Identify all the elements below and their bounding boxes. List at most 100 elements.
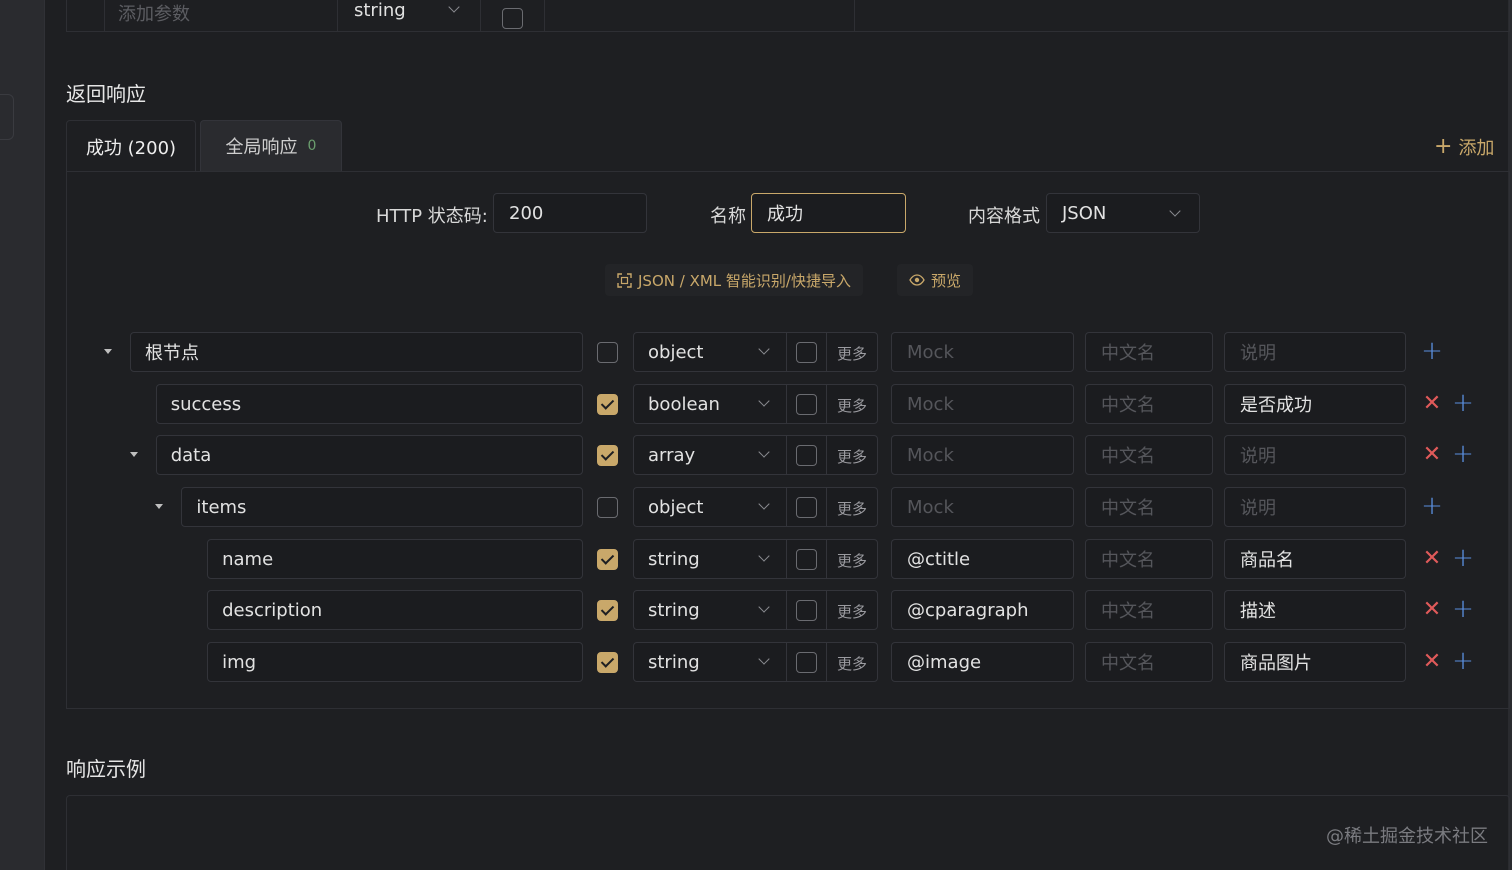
field-type-value: array bbox=[648, 445, 696, 466]
more-button[interactable]: 更多 bbox=[837, 601, 867, 622]
mock-input[interactable]: Mock bbox=[891, 487, 1074, 527]
description-input[interactable]: 说明 bbox=[1224, 332, 1406, 372]
mock-input[interactable]: Mock bbox=[891, 384, 1074, 424]
delete-icon[interactable]: ✕ bbox=[1421, 444, 1443, 466]
field-type-select[interactable]: boolean 更多 bbox=[633, 384, 878, 424]
description-input[interactable]: 说明 bbox=[1224, 435, 1406, 475]
delete-icon[interactable]: ✕ bbox=[1421, 651, 1443, 673]
required-checkbox[interactable] bbox=[597, 394, 618, 415]
more-button[interactable]: 更多 bbox=[837, 653, 867, 674]
add-child-icon[interactable]: + bbox=[1421, 493, 1443, 519]
status-code-input[interactable]: 200 bbox=[493, 193, 647, 233]
description-input[interactable]: 商品图片 bbox=[1224, 642, 1406, 682]
field-type-select[interactable]: string 更多 bbox=[633, 539, 878, 579]
eye-icon bbox=[909, 274, 925, 286]
chinese-name-input[interactable]: 中文名 bbox=[1085, 384, 1213, 424]
param-name-input[interactable]: 添加参数 bbox=[105, 0, 338, 32]
field-name-input[interactable]: description bbox=[207, 590, 583, 630]
chinese-name-input[interactable]: 中文名 bbox=[1085, 435, 1213, 475]
field-type-select[interactable]: object 更多 bbox=[633, 332, 878, 372]
field-type-value: object bbox=[648, 497, 704, 518]
divider bbox=[786, 591, 787, 629]
name-label: 名称 bbox=[710, 206, 746, 227]
expand-toggle-icon[interactable] bbox=[129, 452, 138, 457]
name-value: 成功 bbox=[767, 204, 803, 225]
mock-value: Mock bbox=[907, 341, 954, 363]
chinese-name-input[interactable]: 中文名 bbox=[1085, 539, 1213, 579]
mock-value: Mock bbox=[907, 444, 954, 466]
mock-input[interactable]: Mock bbox=[891, 435, 1074, 475]
more-button[interactable]: 更多 bbox=[837, 395, 867, 416]
nullable-checkbox[interactable] bbox=[796, 600, 817, 621]
add-child-icon[interactable]: + bbox=[1421, 338, 1443, 364]
field-name-input[interactable]: items bbox=[181, 487, 583, 527]
smart-import-button[interactable]: JSON / XML 智能识别/快捷导入 bbox=[605, 264, 863, 296]
chinese-name-placeholder: 中文名 bbox=[1101, 601, 1155, 622]
tab-global-response[interactable]: 全局响应 0 bbox=[200, 120, 342, 172]
mock-input[interactable]: Mock bbox=[891, 332, 1074, 372]
description-value: 说明 bbox=[1240, 498, 1276, 519]
nullable-checkbox[interactable] bbox=[796, 549, 817, 570]
description-input[interactable]: 商品名 bbox=[1224, 539, 1406, 579]
mock-input[interactable]: @image bbox=[891, 642, 1074, 682]
field-name-value: img bbox=[222, 651, 257, 673]
mock-input[interactable]: @ctitle bbox=[891, 539, 1074, 579]
required-checkbox[interactable] bbox=[597, 342, 618, 363]
add-child-icon[interactable]: + bbox=[1452, 441, 1474, 467]
more-button[interactable]: 更多 bbox=[837, 343, 867, 364]
param-type-select[interactable]: string bbox=[338, 0, 481, 32]
add-child-icon[interactable]: + bbox=[1452, 596, 1474, 622]
field-name-input[interactable]: name bbox=[207, 539, 583, 579]
mock-input[interactable]: @cparagraph bbox=[891, 590, 1074, 630]
delete-icon[interactable]: ✕ bbox=[1421, 548, 1443, 570]
description-input[interactable]: 说明 bbox=[1224, 487, 1406, 527]
chinese-name-input[interactable]: 中文名 bbox=[1085, 487, 1213, 527]
field-type-select[interactable]: string 更多 bbox=[633, 642, 878, 682]
field-type-select[interactable]: array 更多 bbox=[633, 435, 878, 475]
field-name-input[interactable]: success bbox=[155, 384, 583, 424]
chinese-name-input[interactable]: 中文名 bbox=[1085, 590, 1213, 630]
required-checkbox[interactable] bbox=[597, 549, 618, 570]
required-checkbox[interactable] bbox=[597, 497, 618, 518]
field-name-input[interactable]: 根节点 bbox=[130, 332, 583, 372]
add-child-icon[interactable]: + bbox=[1452, 390, 1474, 416]
delete-icon[interactable]: ✕ bbox=[1421, 393, 1443, 415]
required-checkbox[interactable] bbox=[597, 600, 618, 621]
param-required-checkbox[interactable] bbox=[502, 8, 523, 29]
nullable-checkbox[interactable] bbox=[796, 652, 817, 673]
more-button[interactable]: 更多 bbox=[837, 498, 867, 519]
expand-toggle-icon[interactable] bbox=[104, 349, 112, 354]
field-type-select[interactable]: object 更多 bbox=[633, 487, 878, 527]
field-name-input[interactable]: data bbox=[155, 435, 583, 475]
mock-value: @cparagraph bbox=[907, 599, 1029, 621]
tab-success[interactable]: 成功 (200) bbox=[66, 120, 196, 172]
nullable-checkbox[interactable] bbox=[796, 445, 817, 466]
sidebar-collapse-tab[interactable] bbox=[0, 94, 14, 140]
schema-row: data array 更多 Mock 中文名 说明 ✕ + bbox=[0, 435, 1512, 475]
description-input[interactable]: 描述 bbox=[1224, 590, 1406, 630]
description-value: 商品图片 bbox=[1240, 653, 1312, 674]
field-type-value: string bbox=[648, 652, 700, 673]
more-button[interactable]: 更多 bbox=[837, 550, 867, 571]
scan-icon bbox=[617, 272, 632, 288]
content-format-select[interactable]: JSON bbox=[1046, 193, 1200, 233]
add-child-icon[interactable]: + bbox=[1452, 545, 1474, 571]
nullable-checkbox[interactable] bbox=[796, 497, 817, 518]
field-type-select[interactable]: string 更多 bbox=[633, 590, 878, 630]
expand-toggle-icon[interactable] bbox=[155, 504, 164, 509]
description-input[interactable]: 是否成功 bbox=[1224, 384, 1406, 424]
required-checkbox[interactable] bbox=[597, 445, 618, 466]
more-button[interactable]: 更多 bbox=[837, 446, 867, 467]
delete-icon[interactable]: ✕ bbox=[1421, 599, 1443, 621]
nullable-checkbox[interactable] bbox=[796, 394, 817, 415]
name-input[interactable]: 成功 bbox=[751, 193, 906, 233]
required-checkbox[interactable] bbox=[597, 652, 618, 673]
chinese-name-input[interactable]: 中文名 bbox=[1085, 332, 1213, 372]
add-child-icon[interactable]: + bbox=[1452, 648, 1474, 674]
add-response-button[interactable]: + 添加 bbox=[1434, 134, 1494, 160]
field-name-input[interactable]: img bbox=[207, 642, 583, 682]
nullable-checkbox[interactable] bbox=[796, 342, 817, 363]
preview-button[interactable]: 预览 bbox=[897, 264, 974, 296]
description-value: 说明 bbox=[1240, 446, 1276, 467]
chinese-name-input[interactable]: 中文名 bbox=[1085, 642, 1213, 682]
